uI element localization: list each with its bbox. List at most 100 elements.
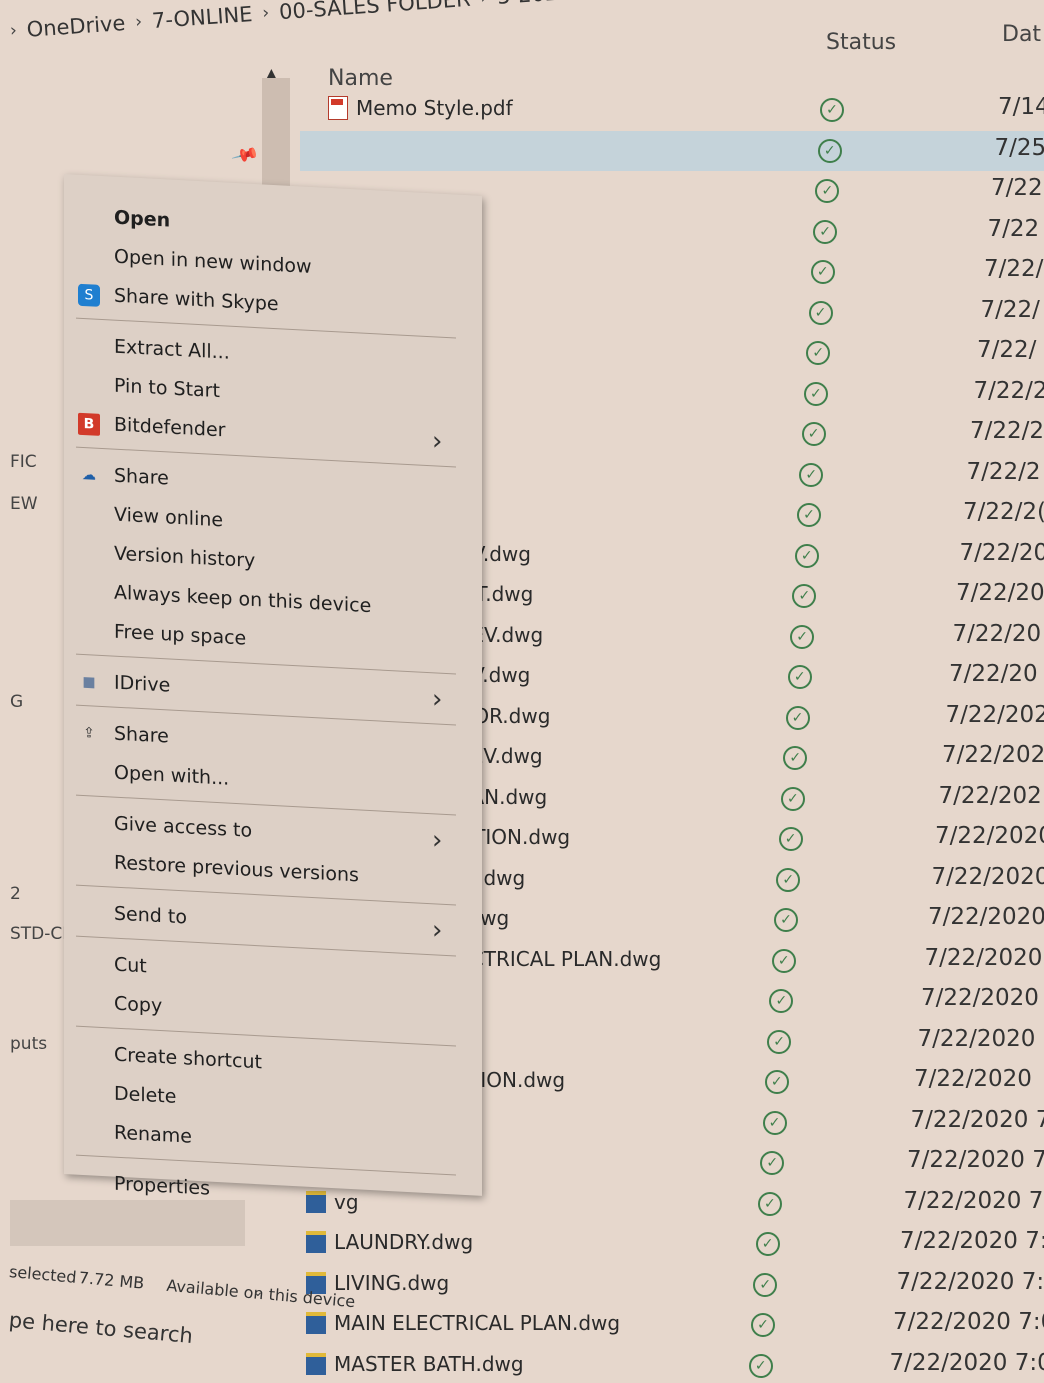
sync-ok-icon: ✓ xyxy=(797,503,821,527)
menu-item-label: Pin to Start xyxy=(114,374,220,403)
dwg-file-icon xyxy=(306,1352,326,1375)
sync-ok-icon: ✓ xyxy=(776,867,801,892)
breadcrumb-item-5-2020[interactable]: 5-2020 xyxy=(496,0,572,9)
chevron-right-icon: › xyxy=(432,426,443,457)
menu-item-label: Bitdefender xyxy=(114,413,226,442)
file-row[interactable]: ✓ 7/25 xyxy=(300,130,1044,171)
sync-ok-icon: ✓ xyxy=(810,260,835,284)
file-date: 7/22/2020 7:0 xyxy=(893,1309,1044,1335)
menu-item-label: Share xyxy=(114,722,169,748)
file-date: 7/14 xyxy=(998,94,1044,120)
sync-ok-icon: ✓ xyxy=(771,948,796,973)
file-name-cell[interactable]: Memo Style.pdf xyxy=(328,96,513,120)
sync-ok-icon: ✓ xyxy=(820,98,844,122)
onedrive-cloud-icon: ☁ xyxy=(82,466,96,484)
file-row[interactable]: Memo Style.pdf ✓ 7/14 xyxy=(300,90,1044,130)
nav-item-peek[interactable]: FIC xyxy=(10,452,37,472)
sync-ok-icon: ✓ xyxy=(808,300,833,325)
nav-item-peek[interactable]: STD-CF xyxy=(10,924,72,944)
menu-item-label: Cut xyxy=(114,953,147,978)
file-date: 7/22/2020 xyxy=(921,985,1039,1011)
menu-item-label: Open in new window xyxy=(114,245,312,278)
file-name-cell[interactable]: LAUNDRY.dwg xyxy=(306,1230,473,1254)
file-row[interactable]: MASTER BATH.dwg ✓ 7/22/2020 7:0 xyxy=(300,1346,1044,1383)
file-name-cell[interactable]: MASTER BATH.dwg xyxy=(306,1352,524,1376)
file-date: 7/22/ xyxy=(984,256,1044,282)
column-header-status[interactable]: Status xyxy=(826,30,896,55)
sync-ok-icon: ✓ xyxy=(783,746,808,770)
sync-ok-icon: ✓ xyxy=(762,1110,787,1135)
sync-ok-icon: ✓ xyxy=(751,1313,775,1337)
sync-ok-icon: ✓ xyxy=(790,624,815,649)
menu-item-label: Open xyxy=(114,206,171,232)
sync-ok-icon: ✓ xyxy=(815,179,840,203)
file-date: 7/22/2020 7 xyxy=(903,1187,1044,1214)
menu-item-label: Free up space xyxy=(114,620,247,650)
sync-ok-icon: ✓ xyxy=(792,584,817,608)
file-date: 7/22/2020 xyxy=(931,863,1044,890)
file-row[interactable]: LAUNDRY.dwg ✓ 7/22/2020 7: xyxy=(300,1224,1044,1264)
file-name: LAUNDRY.dwg xyxy=(334,1230,474,1254)
menu-item-label: View online xyxy=(114,503,224,532)
sync-ok-icon: ✓ xyxy=(760,1151,785,1175)
chevron-right-icon: › xyxy=(432,825,443,856)
menu-item-label: Always keep on this device xyxy=(114,581,372,618)
breadcrumb-separator: › xyxy=(261,2,270,24)
file-date: 7/22/2020 7: xyxy=(896,1268,1044,1295)
nav-item-peek[interactable]: 2 xyxy=(10,884,21,904)
file-date: 7/22/2( xyxy=(963,499,1044,525)
nav-item-peek[interactable]: puts xyxy=(10,1034,47,1054)
context-menu: Open Open in new window S Share with Skype E… xyxy=(64,174,482,1200)
file-date: 7/22/202 xyxy=(945,701,1044,728)
sync-ok-icon: ✓ xyxy=(817,138,842,163)
file-date: 7/22 xyxy=(991,175,1043,201)
chevron-down-icon[interactable]: ⌄ xyxy=(252,1284,264,1300)
sync-ok-icon: ✓ xyxy=(785,705,810,730)
file-date: 7/22/2020 7: xyxy=(900,1228,1044,1254)
file-date: 7/25 xyxy=(994,134,1044,161)
file-name: MASTER BATH.dwg xyxy=(334,1351,524,1376)
file-date: 7/22/2020 xyxy=(924,944,1043,971)
sync-ok-icon: ✓ xyxy=(806,341,831,365)
menu-item-label: Send to xyxy=(114,902,187,929)
idrive-icon: ■ xyxy=(82,673,96,691)
menu-item-label: Share with Skype xyxy=(114,284,279,316)
breadcrumb-separator: › xyxy=(9,20,18,41)
sync-ok-icon: ✓ xyxy=(757,1191,782,1216)
file-date: 7/22/2020 xyxy=(914,1066,1032,1092)
menu-item-label: Version history xyxy=(114,542,256,573)
sync-ok-icon: ✓ xyxy=(780,786,805,811)
menu-item-label: Give access to xyxy=(114,812,253,842)
file-date: 7/22/2020 xyxy=(917,1025,1036,1052)
menu-item-label: Copy xyxy=(114,992,163,1018)
menu-item-label: Open with... xyxy=(114,761,230,790)
chevron-right-icon: › xyxy=(432,684,443,715)
sync-ok-icon: ✓ xyxy=(769,989,794,1013)
share-icon: ⇪ xyxy=(83,725,95,742)
breadcrumb-item-7-online[interactable]: 7-ONLINE xyxy=(151,2,253,33)
breadcrumb-item-sales-folder[interactable]: 00-SALES FOLDER xyxy=(278,0,471,24)
file-date: 7/22/20 xyxy=(959,539,1044,566)
breadcrumb-item-onedrive[interactable]: OneDrive xyxy=(26,11,126,42)
nav-item-peek[interactable]: EW xyxy=(10,494,38,514)
breadcrumb-separator: › xyxy=(134,11,143,33)
sync-ok-icon: ✓ xyxy=(753,1272,778,1297)
file-date: 7/22/ xyxy=(977,337,1037,363)
breadcrumb-separator: › xyxy=(480,0,488,8)
column-header-name[interactable]: Name xyxy=(328,66,393,91)
file-date: 7/22/2020 xyxy=(935,823,1044,849)
file-date: 7/22/20 xyxy=(949,661,1038,687)
nav-item-peek[interactable]: G xyxy=(10,692,23,712)
column-header-date[interactable]: Dat xyxy=(1002,22,1041,47)
sync-ok-icon: ✓ xyxy=(755,1232,780,1256)
file-date: 7/22/2 xyxy=(966,458,1041,485)
file-name: Memo Style.pdf xyxy=(356,96,513,120)
menu-item-label: IDrive xyxy=(114,671,171,697)
sync-ok-icon: ✓ xyxy=(748,1353,773,1378)
dwg-file-icon xyxy=(306,1231,326,1253)
menu-item-label: Create shortcut xyxy=(114,1043,262,1074)
file-date: 7/22/2020 7 xyxy=(910,1106,1044,1133)
menu-item-label: Share xyxy=(114,464,169,490)
menu-item-label: Properties xyxy=(114,1172,211,1200)
pdf-file-icon xyxy=(328,96,348,120)
